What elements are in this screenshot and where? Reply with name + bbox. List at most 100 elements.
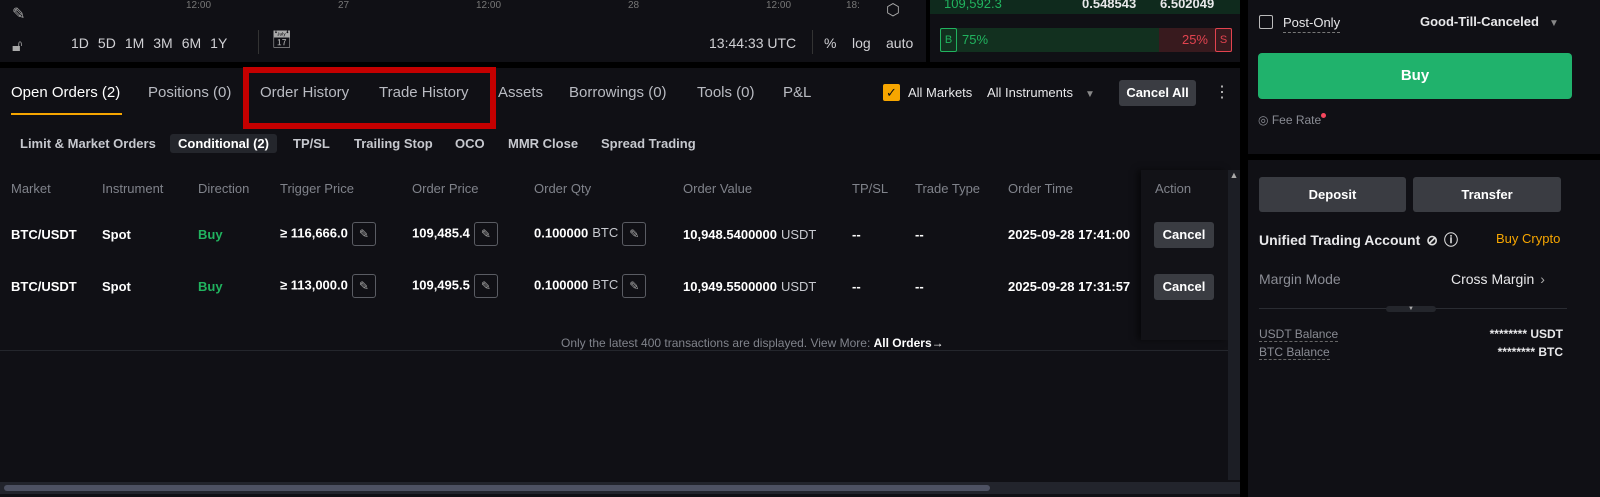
cancel-button[interactable]: Cancel xyxy=(1154,274,1214,300)
tif-select[interactable]: Good-Till-Canceled ▼ xyxy=(1420,14,1559,29)
cell-trade-type: -- xyxy=(915,279,924,294)
fee-rate[interactable]: ◎ Fee Rate xyxy=(1258,113,1327,127)
chevron-down-icon: ▼ xyxy=(1084,89,1095,100)
cell-instrument: Spot xyxy=(102,227,131,242)
tab-assets[interactable]: Assets xyxy=(498,84,543,101)
col-trigger-price: Trigger Price xyxy=(280,181,354,196)
tab-tools[interactable]: Tools (0) xyxy=(697,84,755,101)
tab-borrowings[interactable]: Borrowings (0) xyxy=(569,84,667,101)
unlock-icon[interactable]: 🔓︎ xyxy=(12,38,22,56)
edit-icon[interactable]: ✎ xyxy=(622,222,647,246)
subtab-conditional[interactable]: Conditional (2) xyxy=(170,134,277,153)
highlight-box xyxy=(243,67,496,129)
cell-tpsl: -- xyxy=(852,227,861,242)
col-market: Market xyxy=(11,181,51,196)
tif-value: Good-Till-Canceled xyxy=(1420,14,1539,29)
price-value: 109,485.4 xyxy=(412,225,470,241)
scrollbar-thumb[interactable] xyxy=(4,485,990,491)
price-value: 109,495.5 xyxy=(412,277,470,293)
account-title-text: Unified Trading Account xyxy=(1259,232,1421,248)
subtab-spread-trading[interactable]: Spread Trading xyxy=(593,134,704,153)
cell-market: BTC/USDT xyxy=(11,227,77,242)
footer-text: Only the latest 400 transactions are dis… xyxy=(561,336,871,350)
subtab-trailing-stop[interactable]: Trailing Stop xyxy=(346,134,441,153)
cell-price: 109,495.5 ✎ xyxy=(412,274,498,298)
scroll-up-icon[interactable]: ▲ xyxy=(1228,170,1240,180)
subtab-mmr-close[interactable]: MMR Close xyxy=(500,134,586,153)
buy-button[interactable]: Buy xyxy=(1258,53,1572,99)
axis-tick: 12:00 xyxy=(476,0,502,11)
qty-unit: BTC xyxy=(592,277,619,293)
expand-toggle[interactable]: ▼ xyxy=(1386,306,1436,312)
subtab-tpsl[interactable]: TP/SL xyxy=(285,134,338,153)
axis-tick: 28 xyxy=(628,0,640,11)
margin-mode-select[interactable]: Cross Margin › xyxy=(1451,271,1545,287)
instrument-select[interactable]: All Instruments ▼ xyxy=(987,85,1095,100)
qty-unit: BTC xyxy=(592,225,619,241)
qty-value: 0.100000 xyxy=(534,225,589,241)
subtab-oco[interactable]: OCO xyxy=(447,134,493,153)
value-unit: USDT xyxy=(780,279,817,294)
all-orders-link[interactable]: All Orders→ xyxy=(874,336,944,350)
chevron-down-icon: ▼ xyxy=(1548,18,1559,29)
settings-icon[interactable]: ⬡ xyxy=(886,0,900,20)
edit-icon[interactable]: ✎ xyxy=(351,274,376,298)
edit-icon[interactable]: ✎ xyxy=(351,222,376,246)
sell-percent: 25% xyxy=(1181,32,1208,47)
trigger-value: ≥ 113,000.0 xyxy=(280,277,348,293)
chart-toolbar: ✎ 🔓︎ 12:00 27 12:00 28 12:00 18: ⬡ 1D 5D 1… xyxy=(0,0,926,62)
date-range-icon[interactable]: 📅︎ xyxy=(271,30,293,50)
post-only-checkbox[interactable] xyxy=(1259,15,1273,29)
edit-icon[interactable]: ✎ xyxy=(622,274,647,298)
help-icon[interactable]: ⓘ xyxy=(1444,232,1458,248)
more-options-icon[interactable]: ⋮ xyxy=(1214,82,1230,102)
edit-icon[interactable]: ✎ xyxy=(473,274,498,298)
margin-mode-value: Cross Margin xyxy=(1451,271,1535,287)
cell-value: 10,949.5500000 USDT xyxy=(683,279,816,294)
auto-toggle[interactable]: auto xyxy=(886,35,913,51)
all-orders-label: All Orders xyxy=(873,336,932,350)
subtab-limit-market[interactable]: Limit & Market Orders xyxy=(12,134,164,153)
hide-balance-icon[interactable]: ⊘ xyxy=(1426,232,1438,248)
vertical-scrollbar[interactable]: ▲ xyxy=(1228,170,1240,480)
transfer-button[interactable]: Transfer xyxy=(1413,177,1561,212)
timeframe-3m[interactable]: 3M xyxy=(153,35,172,51)
timeframe-1m[interactable]: 1M xyxy=(125,35,144,51)
buy-percent: 75% xyxy=(962,32,989,47)
col-direction: Direction xyxy=(198,181,250,196)
cell-value: 10,948.5400000 USDT xyxy=(683,227,816,242)
btc-balance-value: ******** BTC xyxy=(1497,345,1563,359)
all-markets-checkbox[interactable]: ✓ xyxy=(883,84,900,101)
orderbook-row[interactable]: 109,592.3 0.548543 6.502049 xyxy=(930,0,1240,14)
value-amount: 10,948.5400000 xyxy=(683,227,777,242)
cell-price: 109,485.4 ✎ xyxy=(412,222,498,246)
log-toggle[interactable]: log xyxy=(852,35,871,51)
cancel-button[interactable]: Cancel xyxy=(1154,222,1214,248)
cancel-all-button[interactable]: Cancel All xyxy=(1119,80,1196,106)
tab-pnl[interactable]: P&L xyxy=(783,84,811,101)
cell-trigger: ≥ 113,000.0 ✎ xyxy=(280,274,376,298)
buy-crypto-link[interactable]: Buy Crypto xyxy=(1496,231,1560,246)
trigger-value: ≥ 116,666.0 xyxy=(280,225,348,241)
notification-dot xyxy=(1321,113,1327,118)
value-unit: USDT xyxy=(780,227,817,242)
axis-tick: 12:00 xyxy=(186,0,212,11)
timeframe-1y[interactable]: 1Y xyxy=(210,35,227,51)
deposit-button[interactable]: Deposit xyxy=(1259,177,1406,212)
timeframe-1d[interactable]: 1D xyxy=(71,35,89,51)
timeframe-6m[interactable]: 6M xyxy=(182,35,201,51)
ob-price: 109,592.3 xyxy=(944,0,1002,11)
col-trade-type: Trade Type xyxy=(915,181,981,196)
clock: 13:44:33 UTC xyxy=(709,35,797,51)
edit-icon[interactable]: ✎ xyxy=(473,222,498,246)
horizontal-scrollbar[interactable] xyxy=(0,482,1240,494)
post-only-label: Post-Only xyxy=(1283,15,1341,33)
tab-open-orders[interactable]: Open Orders (2) xyxy=(11,84,120,101)
value-amount: 10,949.5500000 xyxy=(683,279,777,294)
fee-icon: ◎ xyxy=(1258,113,1272,127)
percent-toggle[interactable]: % xyxy=(824,35,836,51)
orderbook: 109,592.3 0.548543 6.502049 B 75% 25% S xyxy=(930,0,1240,62)
col-order-value: Order Value xyxy=(683,181,753,196)
tab-positions[interactable]: Positions (0) xyxy=(148,84,231,101)
timeframe-5d[interactable]: 5D xyxy=(98,35,116,51)
